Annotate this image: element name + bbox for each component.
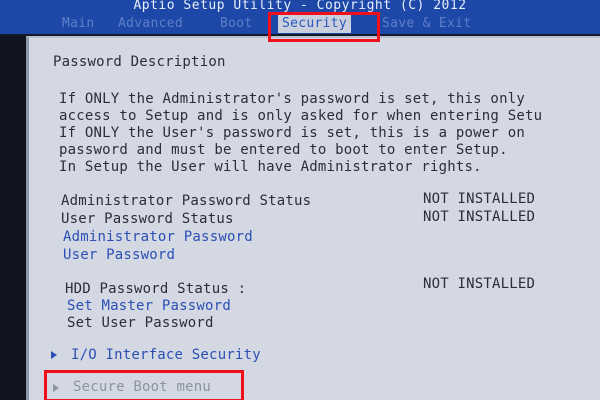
description-line-5: In Setup the User will have Administrato… (59, 159, 482, 175)
tab-advanced[interactable]: Advanced (118, 15, 183, 33)
user-password-status-label: User Password Status (61, 211, 234, 227)
set-master-password-item[interactable]: Set Master Password (67, 298, 231, 314)
user-password-status-value: NOT INSTALLED (423, 209, 536, 225)
user-password-item[interactable]: User Password (63, 247, 175, 263)
secure-boot-menu-highlight (44, 370, 244, 400)
description-line-4: password and must be entered to boot to … (59, 142, 508, 158)
screen-left-edge (0, 36, 26, 400)
tab-main[interactable]: Main (62, 15, 95, 33)
set-user-password-item[interactable]: Set User Password (67, 315, 214, 331)
submenu-arrow-icon (51, 351, 57, 359)
description-line-1: If ONLY the Administrator's password is … (59, 91, 525, 107)
security-tab-highlight (268, 12, 380, 42)
security-panel: Password Description If ONLY the Adminis… (26, 36, 600, 400)
section-title: Password Description (53, 54, 226, 70)
admin-password-status-value: NOT INSTALLED (423, 191, 536, 207)
hdd-password-status-value: NOT INSTALLED (423, 276, 536, 292)
hdd-password-status-label: HDD Password Status : (65, 281, 247, 297)
description-line-2: access to Setup and is only asked for wh… (59, 108, 543, 124)
bios-screen: Aptio Setup Utility - Copyright (C) 2012… (0, 0, 600, 400)
tab-boot[interactable]: Boot (220, 15, 253, 33)
admin-password-status-label: Administrator Password Status (61, 193, 312, 209)
administrator-password-item[interactable]: Administrator Password (63, 229, 253, 245)
description-line-3: If ONLY the User's password is set, this… (59, 125, 525, 141)
tab-save-exit[interactable]: Save & Exit (382, 15, 471, 33)
io-interface-security-item[interactable]: I/O Interface Security (71, 347, 261, 363)
